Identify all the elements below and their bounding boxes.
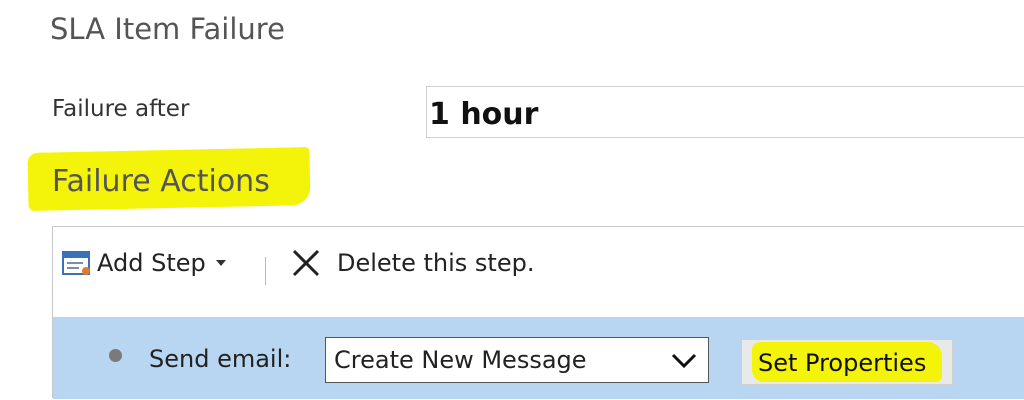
caret-down-icon: [215, 260, 226, 266]
sla-item-failure-page: SLA Item Failure Failure after 1 hour Fa…: [0, 0, 1024, 400]
send-email-selected-value: Create New Message: [334, 346, 587, 374]
add-step-label: Add Step: [97, 249, 206, 277]
close-x-icon: [292, 249, 320, 277]
set-properties-button[interactable]: Set Properties: [741, 339, 953, 385]
delete-step-button[interactable]: Delete this step.: [289, 245, 534, 281]
toolbar-divider: [265, 257, 266, 285]
actions-toolbar: Add Step Delete this step.: [53, 227, 1024, 317]
delete-step-label: Delete this step.: [337, 249, 535, 277]
failure-actions-panel: Add Step Delete this step. Send email: C…: [52, 226, 1024, 399]
set-properties-label: Set Properties: [758, 349, 927, 377]
add-step-button[interactable]: Add Step: [61, 245, 226, 281]
add-step-icon: [62, 251, 90, 275]
bullet-dot-icon: [109, 349, 122, 362]
failure-after-field[interactable]: 1 hour: [426, 86, 1024, 138]
send-email-label: Send email:: [149, 345, 292, 373]
failure-after-label: Failure after: [52, 96, 190, 122]
failure-after-value: 1 hour: [429, 97, 539, 132]
section-title: SLA Item Failure: [50, 12, 285, 46]
chevron-down-icon: [671, 353, 697, 369]
step-row: Send email: Create New Message Set Prope…: [53, 317, 1024, 399]
failure-actions-title: Failure Actions: [52, 164, 270, 199]
send-email-select[interactable]: Create New Message: [325, 337, 709, 383]
